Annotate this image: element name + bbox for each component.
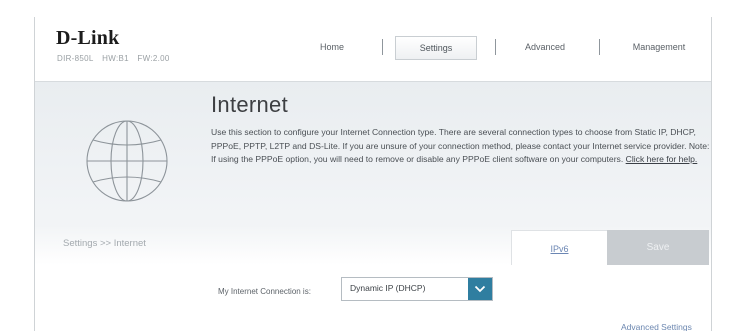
settings-toolbar: Settings >> Internet IPv6 Save [35,225,711,267]
dlink-logo[interactable]: D-Link [56,27,119,50]
nav-management[interactable]: Management [615,36,703,58]
nav-advanced[interactable]: Advanced [507,36,583,58]
nav-settings[interactable]: Settings [395,36,477,60]
tab-ipv6[interactable]: IPv6 [511,230,608,267]
nav-home[interactable]: Home [297,36,367,58]
device-info: DIR-850L HW:B1 FW:2.00 [57,54,176,63]
connection-form: My Internet Connection is: Dynamic IP (D… [35,265,711,331]
chevron-down-icon [474,285,486,293]
connection-type-select[interactable]: Dynamic IP (DHCP) [341,277,493,301]
firmware-version: FW:2.00 [137,54,170,63]
help-link[interactable]: Click here for help. [626,154,698,164]
advanced-settings-link[interactable]: Advanced Settings [621,322,692,331]
page-title: Internet [211,92,289,117]
select-arrow[interactable] [468,278,492,300]
globe-icon [86,120,168,202]
nav-divider [599,39,600,55]
connection-type-label: My Internet Connection is: [218,287,311,296]
page-banner: Internet Use this section to configure y… [35,81,711,234]
nav-divider [382,39,383,55]
page-description: Use this section to configure your Inter… [211,126,711,167]
nav-divider [495,39,496,55]
breadcrumb: Settings >> Internet [63,238,146,249]
router-admin-window: D-Link DIR-850L HW:B1 FW:2.00 Home Setti… [34,17,712,331]
connection-type-value: Dynamic IP (DHCP) [350,283,426,293]
hardware-version: HW:B1 [102,54,129,63]
header: D-Link DIR-850L HW:B1 FW:2.00 Home Setti… [35,17,711,81]
model-number: DIR-850L [57,54,94,63]
save-button[interactable]: Save [607,230,709,265]
